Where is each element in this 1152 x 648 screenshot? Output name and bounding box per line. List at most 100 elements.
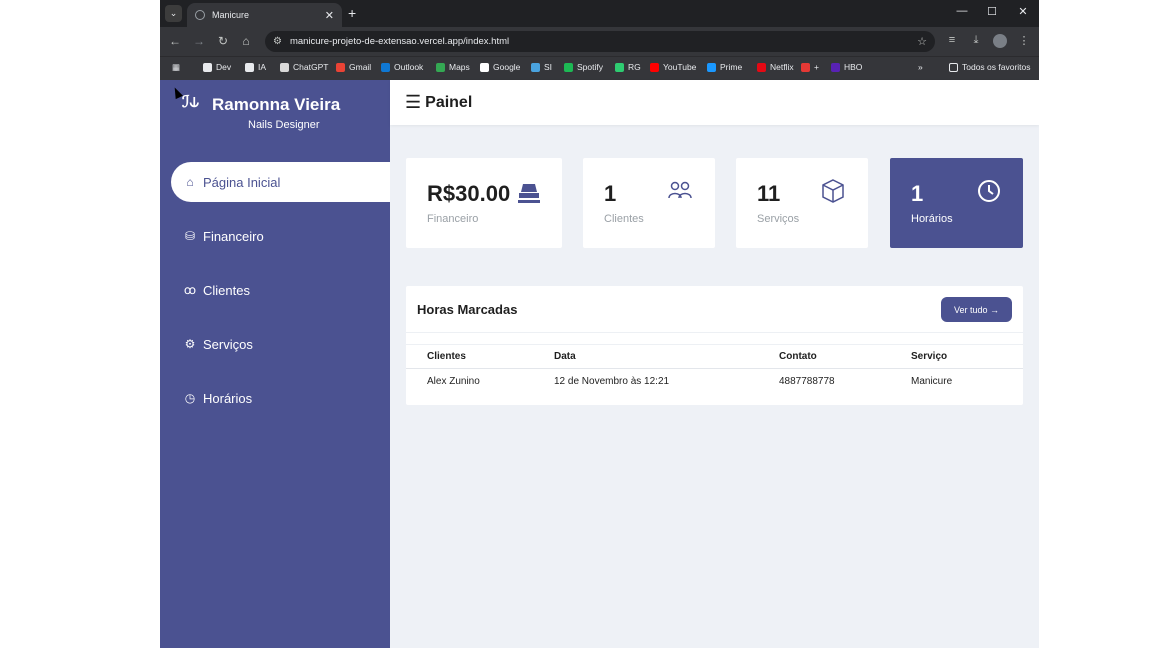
- bookmark-label: RG: [628, 62, 641, 72]
- tab-search-icon[interactable]: ⌄: [165, 5, 182, 22]
- bookmark-item[interactable]: Maps: [436, 62, 470, 72]
- column-header: Data: [554, 351, 576, 362]
- table-row[interactable]: Alex Zunino 12 de Novembro às 12:21 4887…: [406, 370, 1023, 394]
- minimize-icon[interactable]: —: [953, 5, 971, 17]
- close-tab-icon[interactable]: ✕: [325, 9, 334, 22]
- sidebar-item-servicos[interactable]: ⚙ Serviços: [171, 324, 390, 364]
- all-bookmarks-label: Todos os favoritos: [962, 62, 1031, 72]
- bookmark-item[interactable]: RG: [615, 62, 641, 72]
- card-value: 1: [604, 181, 617, 206]
- bookmark-icon: [801, 62, 810, 72]
- bookmark-item[interactable]: Prime: [707, 62, 742, 72]
- bookmark-icon: [650, 62, 659, 72]
- card-value: 1: [911, 181, 924, 206]
- bookmark-icon: [757, 62, 766, 72]
- maximize-icon[interactable]: ☐: [983, 5, 1001, 18]
- bookmark-label: SI: [544, 62, 553, 72]
- reload-icon[interactable]: ↻: [215, 34, 231, 48]
- bookmark-item[interactable]: Spotify: [564, 62, 603, 72]
- globe-icon: [195, 10, 205, 20]
- sidebar-item-financeiro[interactable]: ⛁ Financeiro: [171, 216, 390, 256]
- top-bar: ☰ Painel: [390, 80, 1039, 125]
- cash-icon: ⛁: [184, 229, 196, 243]
- bookmark-icon: [480, 62, 489, 72]
- back-icon[interactable]: ←: [167, 34, 183, 48]
- card-value: R$30.00: [427, 181, 511, 206]
- brand-subtitle: Nails Designer: [248, 119, 320, 131]
- bookmark-item[interactable]: IA: [245, 62, 266, 72]
- bookmark-label: Prime: [720, 62, 743, 72]
- tab-title: Manicure: [212, 10, 250, 20]
- bookmark-item[interactable]: Google: [480, 62, 520, 72]
- bookmark-star-icon[interactable]: ☆: [917, 35, 927, 48]
- site-info-icon[interactable]: ⚙: [273, 36, 282, 47]
- divider: [406, 332, 1023, 333]
- bookmark-label: YouTube: [663, 62, 697, 72]
- tab-strip: ⌄ Manicure ✕ + — ☐ ✕: [160, 0, 1039, 27]
- tab-manicure[interactable]: Manicure ✕: [187, 3, 342, 27]
- nail-tools-icon: ℐ⫝: [182, 94, 200, 111]
- address-bar[interactable]: ⚙ manicure-projeto-de-extensao.vercel.ap…: [265, 31, 935, 52]
- table-header: Clientes Data Contato Serviço: [406, 344, 1023, 369]
- cash-icon: [518, 184, 540, 203]
- bookmark-label: +: [814, 62, 819, 72]
- sidebar-item-label: Serviços: [203, 336, 253, 352]
- page-viewport: ℐ⫝ Ramonna Vieira Nails Designer ⌂ Págin…: [160, 80, 1039, 648]
- bookmark-label: Dev: [216, 62, 232, 72]
- bookmark-label: ChatGPT: [293, 62, 329, 72]
- page-title: Painel: [425, 93, 473, 111]
- folder-icon: [949, 62, 958, 72]
- recent-appointments-panel: Horas Marcadas Ver tudo → Clientes Data …: [406, 286, 1023, 405]
- menu-toggle-icon[interactable]: ☰: [405, 92, 421, 113]
- sidebar-item-horarios[interactable]: ◷ Horários: [171, 378, 390, 418]
- more-menu-icon[interactable]: ⋮: [1016, 34, 1032, 47]
- card-financeiro[interactable]: R$30.00 Financeiro: [406, 158, 562, 248]
- bookmark-item[interactable]: SI: [531, 62, 552, 72]
- more-bookmarks-icon[interactable]: »: [918, 62, 923, 72]
- card-servicos[interactable]: 11 Serviços: [736, 158, 868, 248]
- apps-icon[interactable]: ▦: [172, 62, 180, 73]
- box-icon: [822, 179, 844, 203]
- home-button-icon[interactable]: ⌂: [238, 34, 254, 48]
- close-window-icon[interactable]: ✕: [1014, 5, 1032, 18]
- home-icon: ⌂: [186, 175, 194, 189]
- bookmark-item[interactable]: ChatGPT: [280, 62, 328, 72]
- sidebar-item-pagina-inicial[interactable]: ⌂ Página Inicial: [171, 162, 390, 202]
- bookmark-item[interactable]: Gmail: [336, 62, 371, 72]
- card-label: Financeiro: [427, 213, 479, 225]
- sidebar-item-clientes[interactable]: ꝏ Clientes: [171, 270, 390, 310]
- view-all-button[interactable]: Ver tudo →: [941, 297, 1012, 322]
- reading-list-icon[interactable]: ≡: [944, 34, 960, 46]
- column-header: Serviço: [911, 351, 948, 362]
- bookmark-item[interactable]: +: [801, 62, 819, 72]
- bookmark-icon: [280, 62, 289, 72]
- bookmark-item[interactable]: Netflix: [757, 62, 794, 72]
- sidebar-item-label: Horários: [203, 390, 253, 406]
- cell-client: Alex Zunino: [427, 376, 480, 387]
- section-title: Horas Marcadas: [417, 302, 518, 317]
- download-icon[interactable]: ⤓: [968, 34, 984, 47]
- profile-avatar[interactable]: [993, 34, 1007, 48]
- bookmark-icon: [531, 62, 540, 72]
- bookmark-item[interactable]: HBO: [831, 62, 862, 72]
- card-label: Serviços: [757, 213, 800, 225]
- bookmark-label: Gmail: [349, 62, 372, 72]
- bookmark-item[interactable]: Dev: [203, 62, 231, 72]
- card-label: Horários: [911, 213, 953, 225]
- bookmark-label: HBO: [844, 62, 863, 72]
- bookmarks-bar: ▦ Dev IA ChatGPT Gmail Outlook Maps Google SI Sp…: [160, 56, 1039, 80]
- new-tab-icon[interactable]: +: [348, 5, 356, 21]
- card-clientes[interactable]: 1 Clientes: [583, 158, 715, 248]
- bookmark-item[interactable]: Outlook: [381, 62, 423, 72]
- bookmark-icon: [831, 62, 840, 72]
- bookmark-item[interactable]: YouTube: [650, 62, 696, 72]
- clock-icon: [978, 180, 1000, 202]
- card-horarios[interactable]: 1 Horários: [890, 158, 1023, 248]
- sidebar: ℐ⫝ Ramonna Vieira Nails Designer ⌂ Págin…: [160, 80, 390, 648]
- forward-icon[interactable]: →: [191, 34, 207, 48]
- bookmark-label: Maps: [449, 62, 470, 72]
- card-value: 11: [757, 181, 781, 206]
- cell-contact: 4887788778: [779, 376, 835, 387]
- all-bookmarks[interactable]: Todos os favoritos: [949, 62, 1031, 72]
- users-icon: ꝏ: [183, 283, 197, 297]
